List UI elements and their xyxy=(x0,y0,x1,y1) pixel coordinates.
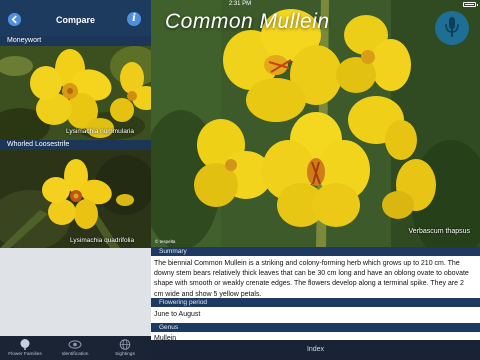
photo-credit: © tespelta xyxy=(155,239,176,244)
detail-pane: Common Mullein Verbascum thapsus © tespe… xyxy=(151,0,480,360)
tab-flower-families[interactable]: Flower Families xyxy=(0,336,50,360)
empty-area xyxy=(0,248,151,336)
status-bar: 2:31 PM xyxy=(0,0,480,9)
flowering-period-header: Flowering period xyxy=(151,298,480,307)
genus-header: Genus xyxy=(151,323,480,332)
common-mullein-photo-image xyxy=(151,0,480,247)
compare-item-latin-name: Lysimachia nummularia xyxy=(66,128,135,135)
compare-item-latin-name: Lysimachia quadrifolia xyxy=(70,237,135,244)
compare-item-photo-whorled-loosestrife[interactable]: Lysimachia quadrifolia xyxy=(0,150,151,248)
flowering-period-text: June to August xyxy=(151,307,480,323)
tab-identification[interactable]: Identification xyxy=(50,336,100,360)
tab-bar: Flower Families Identification Sightings xyxy=(0,336,151,360)
species-latin-name: Verbascum thapsus xyxy=(408,228,470,235)
status-time: 2:31 PM xyxy=(228,1,252,7)
index-bar[interactable]: Index xyxy=(151,340,480,360)
tab-label: Sightings xyxy=(115,352,135,357)
summary-text: The biennial Common Mullein is a strikin… xyxy=(151,256,480,298)
tab-label: Identification xyxy=(61,352,89,357)
species-hero-photo[interactable]: Common Mullein Verbascum thapsus © tespe… xyxy=(151,0,480,247)
tab-label: Flower Families xyxy=(8,352,42,357)
compare-item-photo-moneywort[interactable]: Lysimachia nummularia xyxy=(0,46,151,140)
genus-text: Mullein xyxy=(151,332,480,342)
compare-item-header: Moneywort xyxy=(0,36,151,46)
tree-icon xyxy=(20,339,30,350)
eye-icon xyxy=(68,340,82,349)
moneywort-photo-image xyxy=(0,46,151,140)
species-title: Common Mullein xyxy=(165,10,330,33)
info-button[interactable]: i xyxy=(127,12,141,26)
index-button-label: Index xyxy=(306,346,325,353)
whorled-loosestrife-photo-image xyxy=(0,150,151,248)
tab-sightings[interactable]: Sightings xyxy=(100,336,150,360)
summary-header: Summary xyxy=(151,247,480,256)
microphone-icon xyxy=(445,17,459,37)
battery-icon xyxy=(463,2,478,7)
compare-item-header: Whorled Loosestrife xyxy=(0,140,151,150)
audio-button[interactable] xyxy=(435,11,469,45)
compare-pane: Compare i Moneywort Lysimachia nummulari… xyxy=(0,0,151,360)
globe-icon xyxy=(119,339,131,350)
